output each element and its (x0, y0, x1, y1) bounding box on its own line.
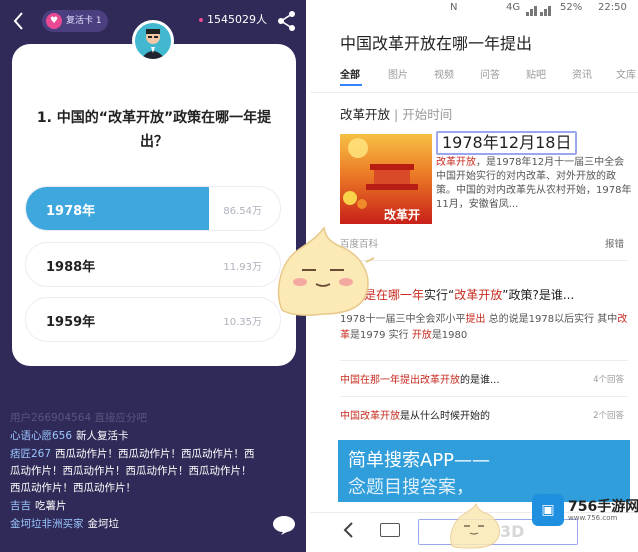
host-avatar (132, 20, 174, 62)
back-chevron-icon[interactable] (342, 521, 356, 539)
title-segment: 实行“ (424, 288, 455, 302)
network-type: 4G (506, 2, 521, 13)
tab-images[interactable]: 图片 (388, 66, 408, 81)
comment-text: 金坷垃 (87, 518, 120, 530)
watermark-faint: 3D (500, 522, 525, 541)
banner-line-2: 念题目搜答案， (348, 477, 474, 498)
divider (340, 396, 628, 397)
question-card: 1. 中国的“改革开放”政策在哪一年提出？ 1978年 86.54万 1988年… (12, 44, 296, 366)
option-label: 1959年 (46, 315, 96, 330)
answer-count: 4个回答 (593, 375, 624, 385)
share-icon[interactable] (277, 10, 297, 32)
divider (340, 260, 628, 261)
answer-option-3[interactable]: 1959年 10.35万 (25, 297, 281, 342)
desc-segment: 是1980 (431, 330, 468, 341)
answer-snippet: 改革开放，是1978年12月十一届三中全会中国开始实行的对内改革、对外开放的政策… (436, 156, 632, 212)
divider (310, 92, 638, 93)
divider (340, 360, 628, 361)
rel-segment: 中国改革开放 (340, 411, 400, 422)
search-tabs: 全部 图片 视频 问答 贴吧 资讯 文库 (310, 66, 638, 86)
watermark-brand: 756手游网 (568, 499, 638, 515)
clock: 22:50 (598, 2, 627, 13)
snippet-keyword: 改革开放 (436, 157, 476, 168)
tab-tieba[interactable]: 贴吧 (526, 66, 546, 81)
keyboard-icon[interactable] (380, 523, 400, 537)
rel-segment: 是从什么时候开始的 (400, 411, 490, 422)
baike-thumbnail[interactable]: 改革开 (340, 134, 432, 224)
comment-text: 新人复活卡 (76, 430, 129, 442)
banner-line-1: 简单搜索APP—— (348, 450, 491, 471)
option-vote-count: 86.54万 (223, 206, 262, 217)
answer-date: 1978年12月18日 (436, 131, 578, 155)
answer-attribute: | 开始时间 (394, 107, 453, 122)
answer-count: 2个回答 (593, 411, 624, 421)
title-segment: 改革开放 (454, 288, 503, 302)
answer-topic[interactable]: 改革开放 (340, 107, 390, 122)
desc-segment: 是1979 实行 (350, 330, 412, 341)
comment-author: 吉吉 (10, 500, 31, 512)
status-bar: N 4G 52% 22:50 (310, 0, 638, 20)
tab-news[interactable]: 资讯 (572, 66, 592, 81)
tab-videos[interactable]: 视频 (434, 66, 454, 81)
mascot-sticker-icon (277, 226, 375, 316)
promo-banner: 简单搜索APP—— 念题目搜答案， (338, 440, 630, 502)
search-query-title[interactable]: 中国改革开放在哪一年提出 (340, 30, 532, 54)
desc-segment: 开放 (411, 330, 432, 341)
revive-card-label: 复活卡 1 (66, 16, 102, 26)
comment-author: 痞匠267 (10, 448, 52, 460)
comment-item: 用户266904564 直接应分吧 (10, 410, 260, 427)
option-vote-count: 10.35万 (223, 317, 262, 328)
heart-icon: ♥ (46, 13, 62, 29)
comment-item: 心语心愿656 新人复活卡 (10, 428, 260, 445)
question-text: 1. 中国的“改革开放”政策在哪一年提出？ (36, 110, 272, 150)
active-tab-indicator (340, 84, 362, 86)
mascot-sticker-small-icon (450, 502, 501, 549)
desc-segment: 总的说是1978以后实行 其中 (485, 314, 618, 325)
option-vote-count: 11.93万 (223, 262, 262, 273)
result-description: 1978十一届三中全会邓小平提出 总的说是1978以后实行 其中改革是1979 … (340, 312, 630, 344)
related-question-1[interactable]: 中国在那一年提出改革开放的是谁... (340, 371, 500, 386)
answer-option-2[interactable]: 1988年 11.93万 (25, 242, 281, 287)
option-label: 1978年 (46, 204, 96, 219)
quiz-app-pane: ♥ 复活卡 1 1545029人 1. 中国的“改革开放”政策在哪一年提出？ 1… (0, 0, 306, 552)
comment-item: 吉吉 吃薯片 (10, 498, 260, 515)
watermark-url: www.756.com (568, 514, 618, 522)
live-dot-icon (199, 18, 203, 22)
nfc-indicator: N (450, 2, 458, 13)
comment-item: 金坷垃非洲买家 金坷垃 (10, 516, 260, 533)
revive-card-badge[interactable]: ♥ 复活卡 1 (42, 10, 108, 32)
comment-author: 金坷垃非洲买家 (10, 518, 84, 530)
rel-segment: 的是谁... (460, 375, 500, 386)
comment-text: 直接应分吧 (94, 412, 147, 424)
tab-wenku[interactable]: 文库 (616, 66, 636, 81)
related-question-2[interactable]: 中国改革开放是从什么时候开始的 (340, 407, 490, 422)
player-count: 1545029人 (207, 13, 267, 26)
comment-feed: 用户266904564 直接应分吧 心语心愿656 新人复活卡 痞匠267 西瓜动作… (10, 410, 260, 534)
back-arrow-icon[interactable] (10, 10, 28, 32)
tab-all[interactable]: 全部 (340, 66, 360, 81)
thumbnail-caption: 改革开 (384, 208, 421, 222)
site-logo-icon: ▣ (532, 494, 564, 526)
title-segment: ”政策?是谁... (502, 288, 575, 302)
answer-card-heading: 改革开放 | 开始时间 (340, 104, 452, 123)
comment-item: 痞匠267 西瓜动作片！西瓜动作片！西瓜动作片！西瓜动作片！西瓜动作片！西瓜动作片… (10, 446, 260, 497)
signal-bars-icon (526, 6, 551, 16)
answer-option-1[interactable]: 1978年 86.54万 (25, 186, 281, 231)
desc-segment: 提出 (465, 314, 486, 325)
comment-author: 用户266904564 (10, 412, 92, 424)
comment-text: 吃薯片 (35, 500, 67, 512)
tab-qa[interactable]: 问答 (480, 66, 500, 81)
chat-bubble-icon[interactable] (272, 514, 296, 536)
rel-segment: 中国在那一年提出改革开放 (340, 375, 460, 386)
comment-author: 心语心愿656 (10, 430, 73, 442)
report-error-link[interactable]: 报错 (605, 236, 624, 250)
option-label: 1988年 (46, 260, 96, 275)
battery-level: 52% (560, 2, 583, 13)
